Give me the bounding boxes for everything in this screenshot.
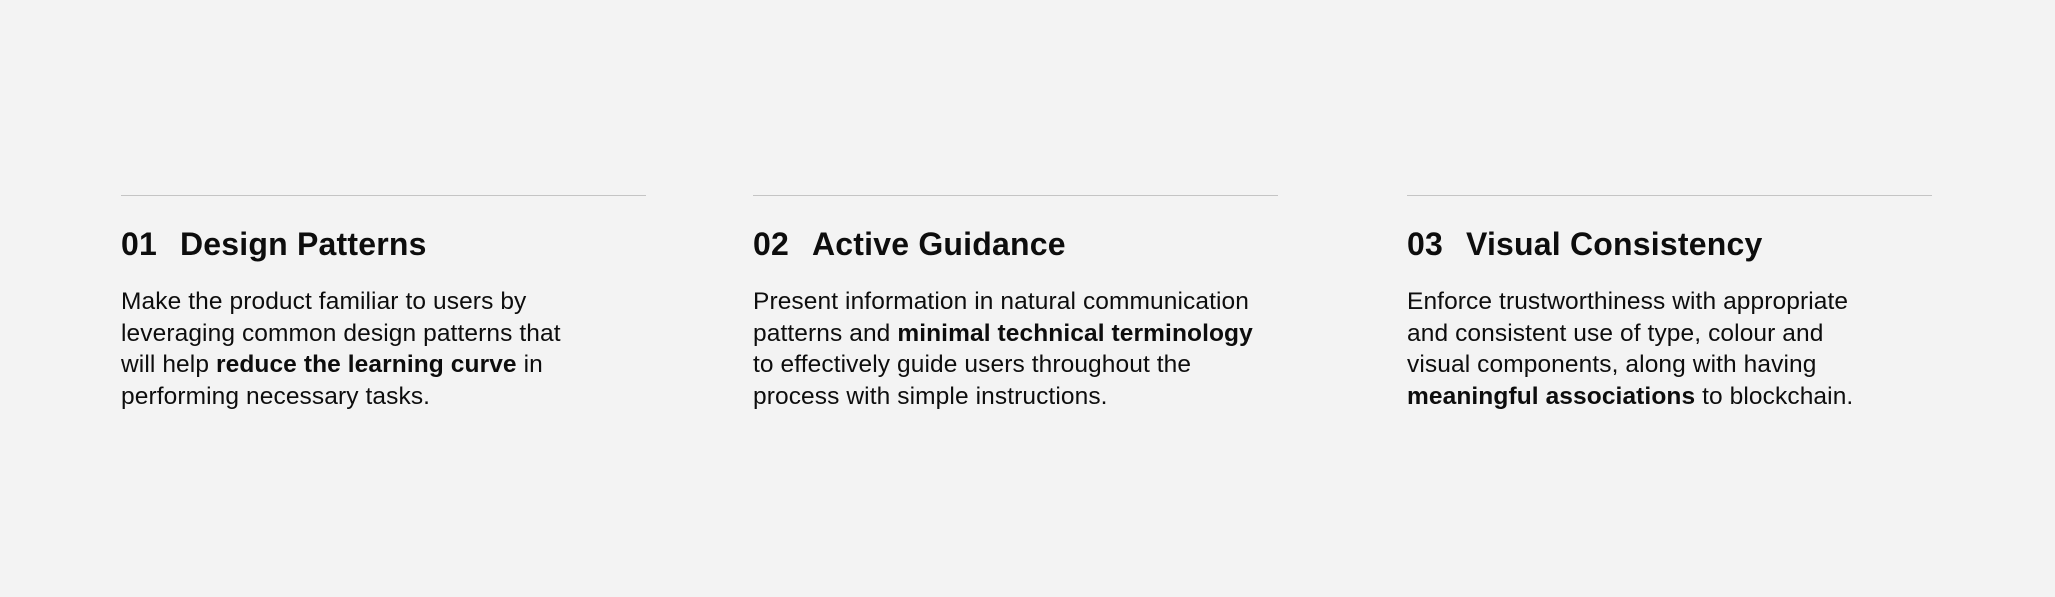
section-description: Enforce trustworthiness with appropriate… xyxy=(1407,286,1947,412)
emphasis-text: minimal technical terminology xyxy=(897,319,1253,347)
emphasis-text: meaningful associations xyxy=(1407,382,1696,410)
principle-section-visual-consistency: 03 Visual Consistency Enforce trustworthi… xyxy=(1407,195,1932,412)
description-line: meaningful associations to blockchain. xyxy=(1407,382,1854,410)
description-line: Present information in natural communica… xyxy=(753,288,1250,315)
section-description: Make the product familiar to users by le… xyxy=(121,286,661,412)
description-line: and consistent use of type, colour and xyxy=(1407,319,1824,347)
section-title: Active Guidance xyxy=(812,226,1066,262)
description-line: Make the product familiar to users by xyxy=(121,288,527,315)
emphasis-text: reduce the learning curve xyxy=(215,351,517,378)
principle-section-design-patterns: 01 Design Patterns Make the product famil… xyxy=(121,195,646,412)
section-title: Visual Consistency xyxy=(1466,226,1763,262)
description-line: leveraging common design patterns that xyxy=(121,319,561,347)
principle-section-active-guidance: 02 Active Guidance Present information in… xyxy=(753,195,1278,412)
section-number: 03 xyxy=(1407,226,1443,262)
section-description: Present information in natural communica… xyxy=(753,286,1293,412)
description-line: visual components, along with having xyxy=(1407,351,1817,378)
description-line: will help reduce the learning curve in xyxy=(121,351,543,378)
section-title: Design Patterns xyxy=(180,226,427,262)
description-line: process with simple instructions. xyxy=(753,382,1108,410)
section-heading: 01 Design Patterns xyxy=(121,226,646,262)
section-divider xyxy=(753,195,1278,196)
section-divider xyxy=(1407,195,1932,196)
description-line: Enforce trustworthiness with appropriate xyxy=(1407,288,1849,315)
section-heading: 02 Active Guidance xyxy=(753,226,1278,262)
section-heading: 03 Visual Consistency xyxy=(1407,226,1932,262)
description-line: to effectively guide users throughout th… xyxy=(753,351,1192,378)
description-line: performing necessary tasks. xyxy=(121,382,431,410)
section-number: 02 xyxy=(753,226,789,262)
section-divider xyxy=(121,195,646,196)
section-number: 01 xyxy=(121,226,157,262)
description-line: patterns and minimal technical terminolo… xyxy=(753,319,1253,347)
